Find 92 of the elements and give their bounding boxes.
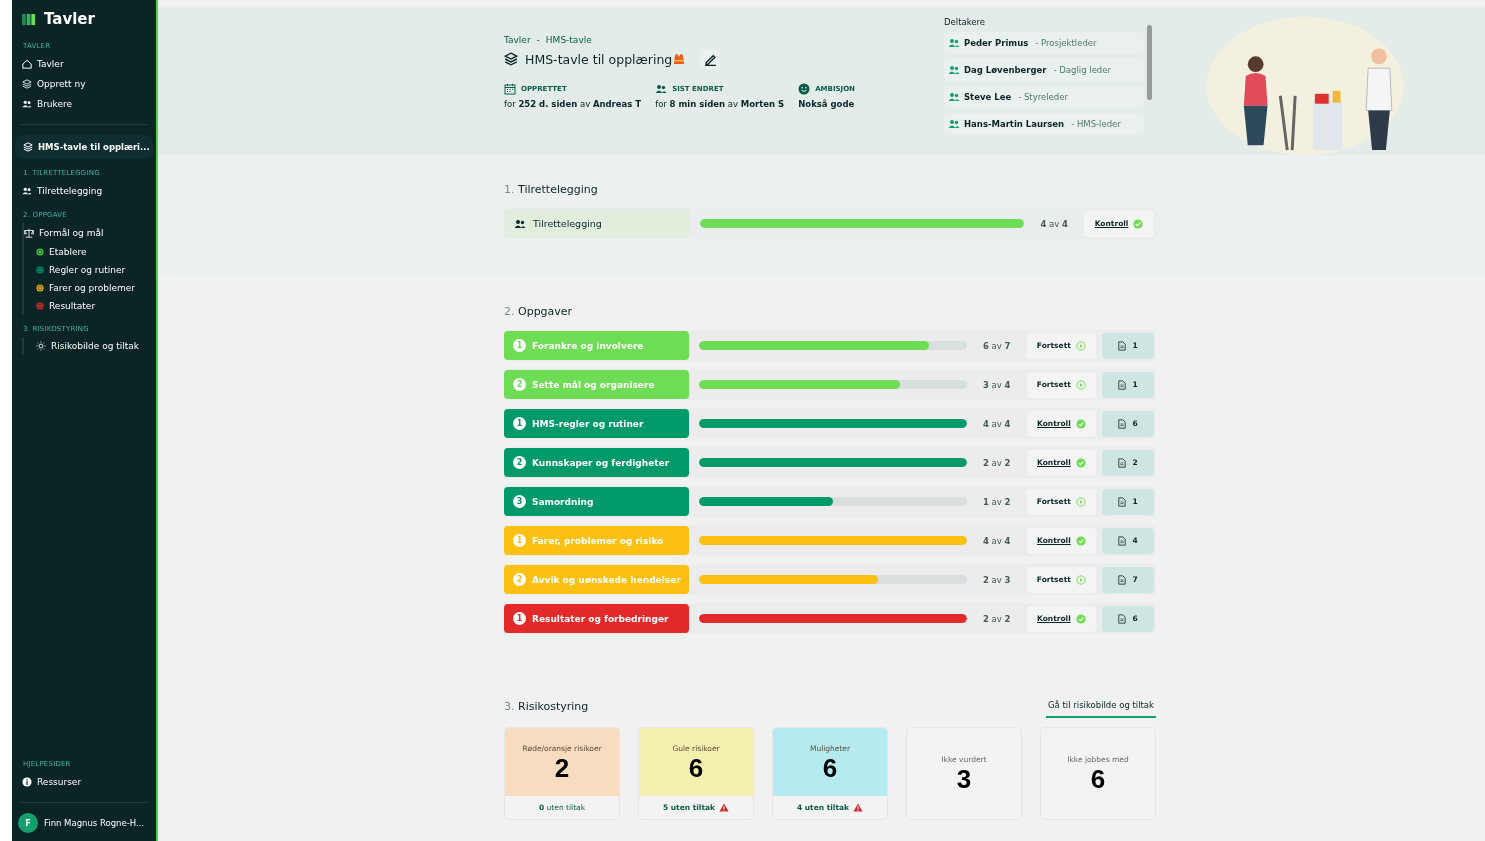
card-value: 6 [1090, 766, 1106, 792]
board-title: HMS-tavle til opplæring [525, 51, 673, 67]
document-icon [1118, 496, 1127, 507]
section-title: 3. Risikostyring [504, 700, 589, 713]
target-icon [36, 284, 44, 292]
brand-name: Tavler [44, 10, 95, 28]
progress-count: 2 av 2 [981, 457, 1012, 468]
risk-overview-link[interactable]: Gå til risikobilde og tiltak [1046, 700, 1156, 718]
play-icon [1075, 379, 1086, 390]
pencil-icon [703, 52, 717, 66]
layers-icon [23, 142, 33, 152]
document-icon [1118, 340, 1127, 351]
nav-item[interactable]: Tilrettelegging [12, 181, 156, 201]
users-icon [655, 83, 668, 95]
users-icon [22, 186, 32, 196]
document-icon [1118, 457, 1127, 468]
task-label[interactable]: 1 Resultater og forbedringer [504, 604, 690, 633]
task-label[interactable]: 1 HMS-regler og rutiner [504, 409, 690, 438]
section-title: 1. Tilrettelegging [504, 183, 599, 196]
layers-icon [504, 52, 518, 66]
check-icon [1075, 418, 1086, 429]
document-icon [1118, 418, 1127, 429]
play-icon [1075, 496, 1086, 507]
calendar-icon [504, 83, 516, 95]
nav-item[interactable]: Ressurser [12, 772, 156, 792]
progress-count: 4 av 4 [981, 535, 1012, 546]
breadcrumb-link[interactable]: HMS-tavle [545, 35, 592, 45]
users-icon [948, 64, 960, 76]
nav-item[interactable]: Opprett ny [12, 74, 156, 94]
progress-count: 6 av 7 [981, 340, 1012, 351]
target-icon [36, 302, 44, 310]
nav-item[interactable]: Risikobilde og tiltak [24, 337, 156, 355]
task-label[interactable]: 2 Kunnskaper og ferdigheter [504, 448, 690, 477]
participants-title: Deltakere [944, 17, 987, 27]
progress-count: 4 av 4 [981, 418, 1012, 429]
target-icon [36, 266, 44, 274]
nav-item[interactable]: Brukere [12, 94, 156, 114]
edit-button[interactable] [700, 49, 721, 69]
users-icon [22, 99, 32, 109]
nav-item[interactable]: Resultater [24, 297, 156, 315]
smiley-icon [798, 83, 811, 95]
section-title: 2. Oppgaver [504, 305, 574, 318]
bulb-icon [36, 341, 46, 351]
check-icon [1075, 535, 1086, 546]
card-value: 6 [688, 754, 704, 781]
check-icon [1075, 613, 1086, 624]
meta-value: Nokså gode [798, 99, 855, 109]
progress-count: 2 av 3 [981, 574, 1012, 585]
task-label[interactable]: Tilrettelegging [504, 209, 690, 238]
play-icon [1075, 340, 1086, 351]
document-icon [1118, 613, 1127, 624]
nav-item[interactable]: Etablere [24, 243, 156, 261]
user-name: Finn Magnus Rogne-H... [44, 818, 145, 828]
document-icon [1118, 535, 1127, 546]
task-name: Tilrettelegging [533, 218, 602, 229]
progress-count: 3 av 4 [981, 379, 1012, 390]
check-icon [1133, 218, 1144, 229]
participant-item[interactable]: Dag Løvenberger - Daglig leder [944, 59, 1144, 81]
nav-item[interactable]: Farer og problemer [24, 279, 156, 297]
home-icon [22, 59, 32, 69]
card-value: 3 [956, 766, 972, 792]
task-label[interactable]: 3 Samordning [504, 487, 690, 516]
breadcrumb-link[interactable]: Tavler [504, 35, 531, 45]
users-icon [948, 37, 960, 49]
users-icon [948, 91, 960, 103]
participant-item[interactable]: Hans-Martin Laursen - HMS-leder [944, 113, 1144, 135]
document-icon [1118, 379, 1127, 390]
board-item[interactable]: HMS-tavle til opplæri... [15, 135, 153, 159]
meta-value: for 252 d. siden av Andreas T [504, 99, 642, 109]
progress-count: 4 av 4 [1039, 218, 1069, 229]
card-value: 2 [554, 754, 570, 781]
users-icon [514, 217, 526, 230]
document-icon [1118, 574, 1127, 585]
check-icon [1075, 457, 1086, 468]
nav-item[interactable]: Regler og rutiner [24, 261, 156, 279]
play-icon [1075, 574, 1086, 585]
breadcrumb-separator: - [536, 35, 540, 45]
users-icon [948, 118, 960, 130]
layers-icon [22, 79, 32, 89]
nav-item[interactable]: Formål og mål [14, 223, 156, 243]
participant-item[interactable]: Peder Primus - Prosjektleder [944, 32, 1144, 54]
target-icon [36, 248, 44, 256]
meta-value: for 8 min siden av Morten S [655, 99, 785, 109]
safety-vest-icon [673, 53, 686, 65]
participant-item[interactable]: Steve Lee - Styreleder [944, 86, 1144, 108]
progress-count: 2 av 2 [981, 613, 1012, 624]
info-icon [22, 777, 32, 787]
logo-icon [22, 12, 37, 26]
progress-count: 1 av 2 [981, 496, 1012, 507]
nav-item[interactable]: Tavler [12, 54, 156, 74]
scale-icon [24, 228, 34, 238]
card-value: 6 [822, 754, 838, 781]
